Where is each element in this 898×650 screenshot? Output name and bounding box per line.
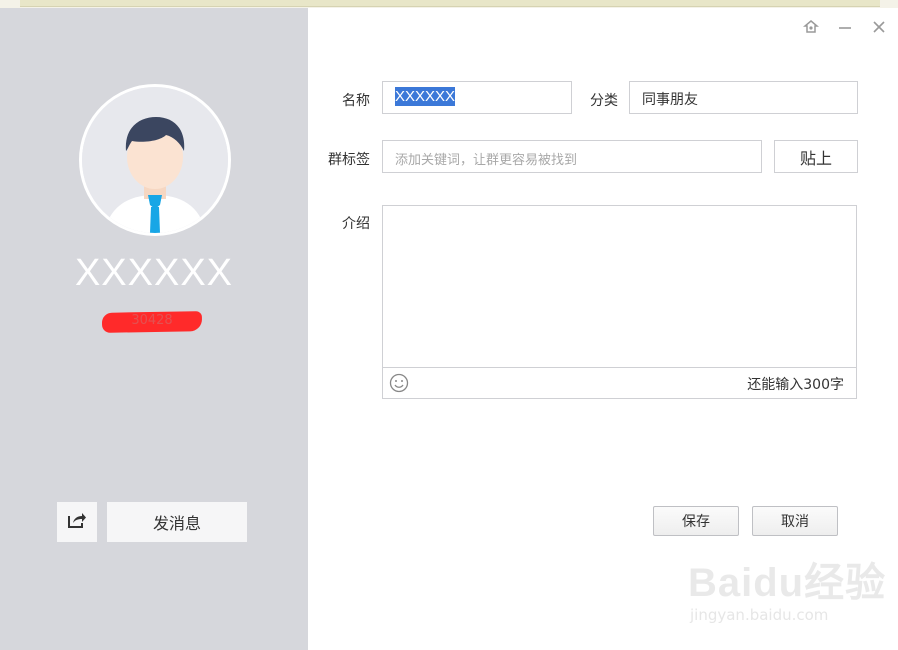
name-input[interactable]: XXXXXX xyxy=(382,81,572,114)
title-bar-strip xyxy=(0,0,898,8)
category-label: 分类 xyxy=(590,93,618,109)
share-button[interactable] xyxy=(57,502,97,542)
intro-textarea[interactable]: 还能输入300字 xyxy=(382,205,857,399)
share-icon xyxy=(67,511,87,533)
name-label: 名称 xyxy=(342,93,370,109)
group-name: XXXXXX xyxy=(74,252,234,294)
char-count: 还能输入300字 xyxy=(747,377,844,393)
profile-panel: XXXXXX 30428 发消息 xyxy=(0,8,308,650)
category-select[interactable]: 同事朋友 xyxy=(629,81,858,114)
close-icon[interactable] xyxy=(870,18,888,36)
watermark: Baidu经验 jingyan.baidu.com xyxy=(688,561,887,624)
pin-icon[interactable] xyxy=(802,18,820,36)
avatar[interactable] xyxy=(79,84,231,236)
tag-paste-button[interactable]: 贴上 xyxy=(774,140,858,173)
tags-label: 群标签 xyxy=(328,152,370,168)
send-message-button[interactable]: 发消息 xyxy=(107,502,247,542)
tags-input[interactable]: 添加关键词，让群更容易被找到 xyxy=(382,140,762,173)
group-id-redacted: 30428 xyxy=(101,310,203,334)
name-value-selected: XXXXXX xyxy=(395,87,456,106)
window-controls xyxy=(802,18,888,36)
emoji-icon[interactable] xyxy=(389,373,409,393)
save-button[interactable]: 保存 xyxy=(653,506,739,536)
cancel-button[interactable]: 取消 xyxy=(752,506,838,536)
minimize-icon[interactable] xyxy=(836,18,854,36)
intro-footer: 还能输入300字 xyxy=(383,367,856,398)
intro-label: 介绍 xyxy=(342,216,370,232)
